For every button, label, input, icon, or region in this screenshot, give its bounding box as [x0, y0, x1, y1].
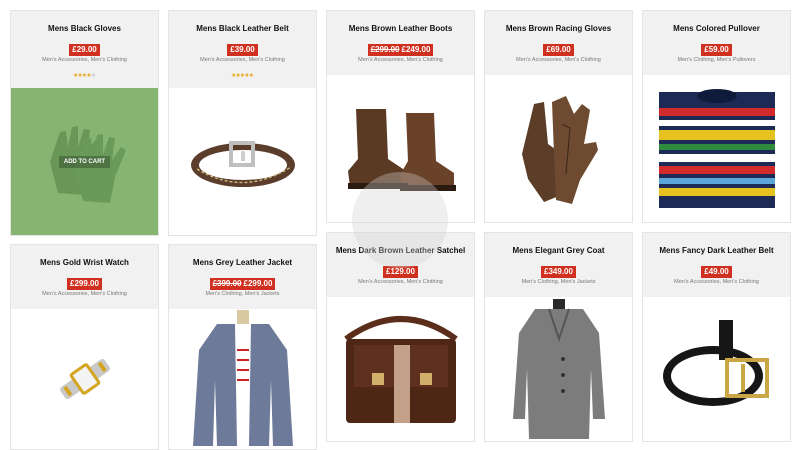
product-categories: Men's Accessories, Men's Clothing: [358, 279, 443, 285]
product-categories: Men's Accessories, Men's Clothing: [516, 57, 601, 63]
product-title[interactable]: Mens Fancy Dark Leather Belt: [643, 246, 790, 255]
price-badge: £299.00: [67, 278, 102, 290]
price-badge: £399.00 £299.00: [209, 278, 276, 290]
old-price: £299.00: [370, 45, 400, 54]
product-card[interactable]: Mens Grey Leather Jacket £399.00 £299.00 …: [168, 244, 317, 450]
product-categories: Men's Accessories, Men's Clothing: [674, 279, 759, 285]
product-title[interactable]: Mens Grey Leather Jacket: [169, 258, 316, 267]
price: £29.00: [72, 45, 97, 54]
product-card[interactable]: Mens Black Gloves £29.00 Men's Accessori…: [10, 10, 159, 236]
card-header: Mens Brown Leather Boots £299.00 £249.00 …: [327, 11, 474, 75]
star-rating: ★★★★★: [169, 70, 316, 79]
old-price: £399.00: [212, 279, 242, 288]
product-categories: Men's Clothing, Men's Jackets: [521, 279, 596, 285]
product-image[interactable]: [169, 309, 316, 449]
leather-satchel-image: [343, 316, 458, 423]
product-categories: Men's Accessories, Men's Clothing: [200, 57, 285, 63]
price-badge: £349.00: [541, 266, 576, 278]
product-card[interactable]: Mens Black Leather Belt £39.00 Men's Acc…: [168, 10, 317, 236]
product-image[interactable]: [169, 88, 316, 235]
product-card[interactable]: Mens Gold Wrist Watch £299.00 Men's Acce…: [10, 244, 159, 450]
product-card[interactable]: Mens Fancy Dark Leather Belt £49.00 Men'…: [642, 232, 791, 442]
brown-boots-image: [347, 108, 456, 191]
product-image[interactable]: ADD TO CART: [11, 88, 158, 235]
product-card[interactable]: Mens Brown Racing Gloves £69.00 Men's Ac…: [484, 10, 633, 223]
product-title[interactable]: Mens Gold Wrist Watch: [11, 258, 158, 267]
product-card[interactable]: Mens Elegant Grey Coat £349.00 Men's Clo…: [484, 232, 633, 442]
product-categories: Men's Accessories, Men's Clothing: [358, 57, 443, 63]
product-categories: Men's Clothing, Men's Pullovers: [677, 57, 756, 63]
grey-jacket-image: [192, 310, 293, 446]
product-title[interactable]: Mens Colored Pullover: [643, 24, 790, 33]
price-badge: £129.00: [383, 266, 418, 278]
price: £59.00: [704, 45, 729, 54]
product-categories: Men's Clothing, Men's Jackets: [205, 291, 280, 297]
product-image[interactable]: [327, 75, 474, 222]
card-header: Mens Colored Pullover £59.00 Men's Cloth…: [643, 11, 790, 75]
card-header: Mens Elegant Grey Coat £349.00 Men's Clo…: [485, 233, 632, 297]
gold-watch-image: [59, 358, 110, 400]
hover-overlay: ADD TO CART: [11, 88, 158, 235]
add-to-cart-button[interactable]: ADD TO CART: [58, 155, 111, 168]
product-card[interactable]: Mens Brown Leather Boots £299.00 £249.00 …: [326, 10, 475, 223]
grey-coat-image: [512, 299, 605, 439]
star-empty-icon: ★: [90, 73, 96, 79]
card-header: Mens Dark Brown Leather Satchel £129.00 …: [327, 233, 474, 297]
product-title[interactable]: Mens Elegant Grey Coat: [485, 246, 632, 255]
dark-belt-image: [662, 320, 769, 406]
price: £39.00: [230, 45, 255, 54]
product-categories: Men's Accessories, Men's Clothing: [42, 57, 127, 63]
card-header: Mens Gold Wrist Watch £299.00 Men's Acce…: [11, 245, 158, 309]
price-badge: £59.00: [701, 44, 732, 56]
card-header: Mens Grey Leather Jacket £399.00 £299.00 …: [169, 245, 316, 309]
product-title[interactable]: Mens Black Gloves: [11, 24, 158, 33]
product-image[interactable]: [327, 297, 474, 441]
price: £349.00: [544, 267, 573, 276]
product-image[interactable]: [643, 297, 790, 441]
card-header: Mens Brown Racing Gloves £69.00 Men's Ac…: [485, 11, 632, 75]
product-card[interactable]: Mens Dark Brown Leather Satchel £129.00 …: [326, 232, 475, 442]
product-image[interactable]: [643, 75, 790, 222]
product-categories: Men's Accessories, Men's Clothing: [42, 291, 127, 297]
card-header: Mens Fancy Dark Leather Belt £49.00 Men'…: [643, 233, 790, 297]
star-rating: ★★★★★: [11, 70, 158, 79]
price-badge: £29.00: [69, 44, 100, 56]
product-card[interactable]: Mens Colored Pullover £59.00 Men's Cloth…: [642, 10, 791, 223]
price-badge: £69.00: [543, 44, 574, 56]
price: £129.00: [386, 267, 415, 276]
price: £249.00: [401, 45, 431, 54]
card-header: Mens Black Leather Belt £39.00 Men's Acc…: [169, 11, 316, 88]
product-image[interactable]: [485, 75, 632, 222]
product-title[interactable]: Mens Brown Leather Boots: [327, 24, 474, 33]
product-image[interactable]: [11, 309, 158, 449]
black-belt-image: [190, 140, 295, 187]
product-title[interactable]: Mens Brown Racing Gloves: [485, 24, 632, 33]
product-title[interactable]: Mens Dark Brown Leather Satchel: [327, 246, 474, 255]
price-badge: £49.00: [701, 266, 732, 278]
star-icon: ★: [248, 73, 254, 79]
colored-pullover-image: [658, 88, 775, 208]
product-image[interactable]: [485, 297, 632, 441]
price: £299.00: [70, 279, 99, 288]
brown-gloves-image: [521, 95, 598, 204]
product-title[interactable]: Mens Black Leather Belt: [169, 24, 316, 33]
price: £69.00: [546, 45, 571, 54]
card-header: Mens Black Gloves £29.00 Men's Accessori…: [11, 11, 158, 88]
price-badge: £299.00 £249.00: [367, 44, 434, 56]
price-badge: £39.00: [227, 44, 258, 56]
price: £299.00: [243, 279, 273, 288]
price: £49.00: [704, 267, 729, 276]
